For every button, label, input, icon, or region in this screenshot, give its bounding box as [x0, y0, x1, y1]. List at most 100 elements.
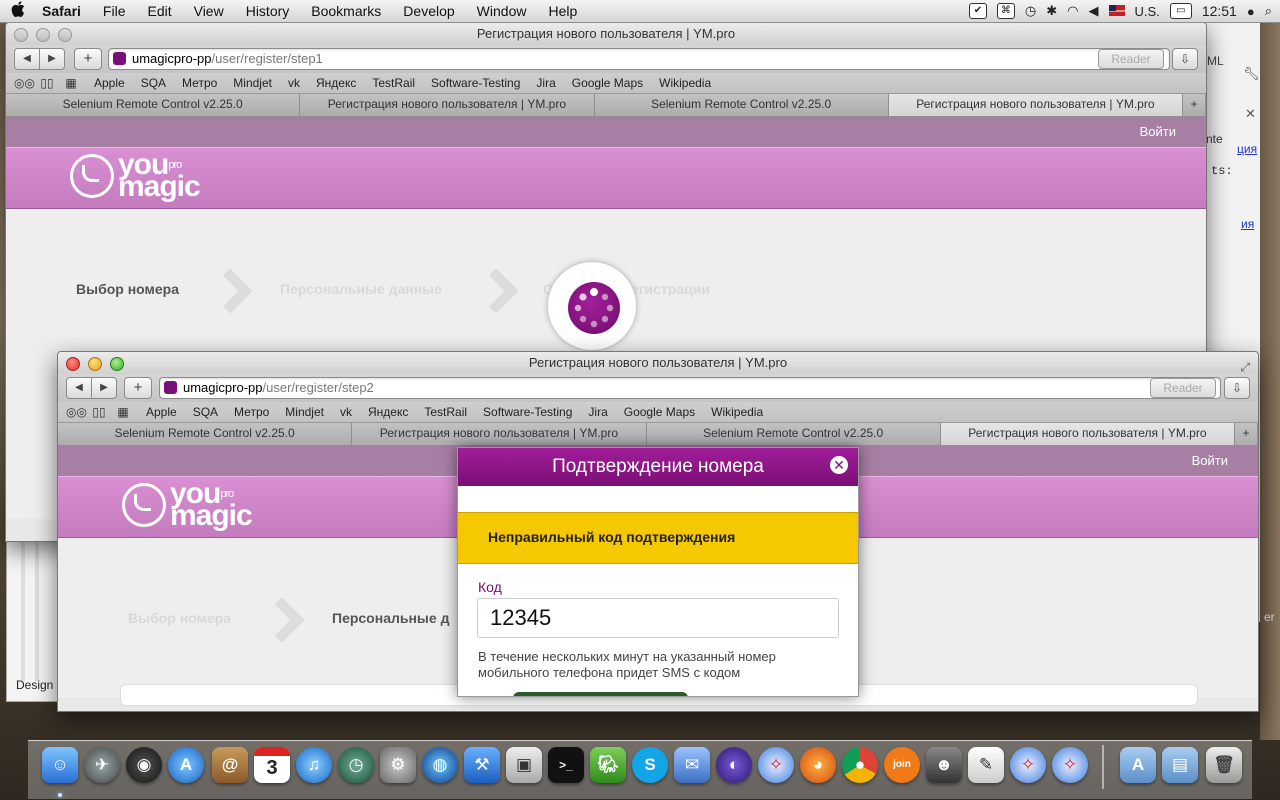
volume-icon[interactable]: ◀: [1089, 3, 1099, 19]
contacts-icon[interactable]: @: [212, 747, 248, 783]
new-tab-icon[interactable]: +: [1183, 94, 1206, 116]
side-fragment-link2[interactable]: ия: [1241, 217, 1254, 231]
bookmark-software-testing[interactable]: Software-Testing: [475, 405, 580, 419]
dashboard-icon[interactable]: ◉: [126, 747, 162, 783]
documents-folder-icon[interactable]: ▤: [1162, 747, 1198, 783]
side-fragment-link1[interactable]: ция: [1237, 142, 1257, 156]
input-source-label[interactable]: U.S.: [1135, 4, 1160, 19]
bookmark-jira[interactable]: Jira: [580, 405, 615, 419]
tab-selenium-2[interactable]: Selenium Remote Control v2.25.0: [594, 94, 889, 116]
wrench-icon[interactable]: 🔧︎: [1243, 66, 1260, 82]
trash-icon[interactable]: 🗑︎: [1206, 747, 1242, 783]
preview-icon[interactable]: ▣: [506, 747, 542, 783]
login-link[interactable]: Войти: [1192, 453, 1228, 468]
close-icon[interactable]: ✕: [1245, 106, 1256, 122]
bookmark-wikipedia[interactable]: Wikipedia: [651, 76, 719, 90]
terminal-icon[interactable]: >_: [548, 747, 584, 783]
applications-folder-icon[interactable]: A: [1120, 747, 1156, 783]
code-input[interactable]: [477, 598, 839, 638]
tab-registration-1[interactable]: Регистрация нового пользователя | YM.pro: [300, 94, 595, 116]
bookmarks-book-icon[interactable]: ▯▯: [90, 405, 108, 419]
itunes-icon[interactable]: ♫: [296, 747, 332, 783]
coda-icon[interactable]: ☻: [926, 747, 962, 783]
bookmark-yandex[interactable]: Яндекс: [360, 405, 416, 419]
minimize-window-icon[interactable]: [36, 28, 50, 42]
confirm-button[interactable]: [513, 692, 688, 696]
checkmark-status-icon[interactable]: ✔: [968, 3, 987, 19]
close-window-icon[interactable]: [66, 357, 80, 371]
clock[interactable]: 12:51: [1202, 3, 1237, 19]
joinme-icon[interactable]: join: [884, 747, 920, 783]
downloads-icon[interactable]: ⇩: [1172, 48, 1198, 70]
back-arrow-icon[interactable]: ◀: [66, 377, 92, 399]
wifi-icon[interactable]: ◠: [1067, 3, 1078, 19]
new-tab-icon[interactable]: +: [1235, 423, 1258, 445]
xcode-icon[interactable]: ⚒: [464, 747, 500, 783]
bookmark-testrail[interactable]: TestRail: [364, 76, 423, 90]
bookmarks-book-icon[interactable]: ▯▯: [38, 76, 56, 90]
launchpad-icon[interactable]: ✈: [84, 747, 120, 783]
apple-menu-icon[interactable]: [0, 0, 36, 22]
bookmark-apple[interactable]: Apple: [138, 405, 185, 419]
address-bar[interactable]: umagicpro-pp/user/register/step1 ↻: [108, 48, 1170, 70]
youmagic-logo[interactable]: youpro magic: [70, 150, 201, 202]
bookmark-mindjet[interactable]: Mindjet: [225, 76, 280, 90]
safari-3-icon[interactable]: ✧: [1052, 747, 1088, 783]
system-preferences-icon[interactable]: ⚙: [380, 747, 416, 783]
minimize-window-icon[interactable]: [88, 357, 102, 371]
address-bar[interactable]: umagicpro-pp/user/register/step2 ↻: [159, 377, 1221, 399]
app-store-icon[interactable]: A: [168, 747, 204, 783]
firefox-icon[interactable]: ◕: [800, 747, 836, 783]
bookmark-google-maps[interactable]: Google Maps: [616, 405, 703, 419]
tab-registration-2[interactable]: Регистрация нового пользователя | YM.pro: [888, 94, 1183, 116]
network-globe-icon[interactable]: ◍: [422, 747, 458, 783]
youmagic-logo[interactable]: youpro magic: [122, 479, 253, 531]
us-flag-icon[interactable]: [1108, 4, 1125, 19]
zoom-window-icon[interactable]: [58, 28, 72, 42]
top-sites-grid-icon[interactable]: ▦: [62, 76, 80, 90]
tab-selenium-2[interactable]: Selenium Remote Control v2.25.0: [646, 423, 941, 445]
mail-stamp-icon[interactable]: ✉: [674, 747, 710, 783]
menu-view[interactable]: View: [183, 3, 235, 19]
battery-icon[interactable]: ▭: [1169, 3, 1192, 19]
reader-button[interactable]: Reader: [1150, 378, 1216, 398]
eclipse-icon[interactable]: ◐: [716, 747, 752, 783]
bookmark-mindjet[interactable]: Mindjet: [277, 405, 332, 419]
finder-icon[interactable]: ☺: [42, 747, 78, 783]
menu-bookmarks[interactable]: Bookmarks: [300, 3, 392, 19]
menu-window[interactable]: Window: [466, 3, 538, 19]
bookmark-sqa[interactable]: SQA: [185, 405, 226, 419]
time-machine-icon[interactable]: ◷: [338, 747, 374, 783]
menu-safari[interactable]: Safari: [36, 3, 92, 19]
command-status-icon[interactable]: ⌘: [996, 3, 1015, 19]
back-arrow-icon[interactable]: ◀: [14, 48, 40, 70]
close-window-icon[interactable]: [14, 28, 28, 42]
user-icon[interactable]: ●: [1247, 4, 1255, 19]
top-sites-grid-icon[interactable]: ▦: [114, 405, 132, 419]
bookmark-apple[interactable]: Apple: [86, 76, 133, 90]
tab-selenium-1[interactable]: Selenium Remote Control v2.25.0: [6, 94, 301, 116]
bookmark-yandex[interactable]: Яндекс: [308, 76, 364, 90]
tab-registration-1[interactable]: Регистрация нового пользователя | YM.pro: [352, 423, 647, 445]
calendar-icon[interactable]: 3: [254, 747, 290, 783]
reading-list-icon[interactable]: ◎◎: [66, 405, 87, 419]
menu-develop[interactable]: Develop: [392, 3, 465, 19]
tab-selenium-1[interactable]: Selenium Remote Control v2.25.0: [58, 423, 353, 445]
forward-arrow-icon[interactable]: ▶: [92, 377, 117, 399]
login-link[interactable]: Войти: [1140, 124, 1176, 139]
menu-file[interactable]: File: [92, 3, 137, 19]
add-bookmark-button[interactable]: +: [124, 377, 152, 399]
bookmark-vk[interactable]: vk: [280, 76, 308, 90]
time-machine-icon[interactable]: ◷: [1025, 3, 1036, 19]
bookmark-wikipedia[interactable]: Wikipedia: [703, 405, 771, 419]
menu-help[interactable]: Help: [537, 3, 588, 19]
textedit-icon[interactable]: ✎: [968, 747, 1004, 783]
bookmark-jira[interactable]: Jira: [528, 76, 563, 90]
zoom-window-icon[interactable]: [110, 357, 124, 371]
downloads-icon[interactable]: ⇩: [1224, 377, 1250, 399]
bookmark-software-testing[interactable]: Software-Testing: [423, 76, 528, 90]
safari-icon[interactable]: ✧: [758, 747, 794, 783]
reader-button[interactable]: Reader: [1098, 49, 1164, 69]
titlebar[interactable]: Регистрация нового пользователя | YM.pro…: [58, 352, 1258, 374]
menu-history[interactable]: History: [235, 3, 301, 19]
